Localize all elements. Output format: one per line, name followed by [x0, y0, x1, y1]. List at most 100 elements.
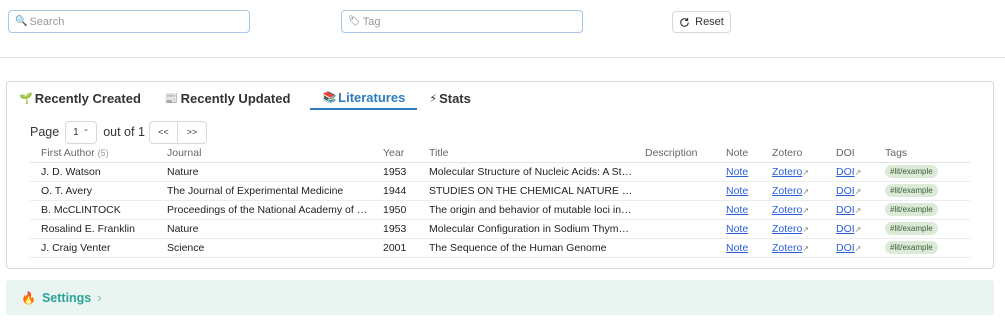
cell-author: B. McCLINTOCK — [30, 200, 156, 220]
pagination: Page 1 ⌃ out of 1 << >> — [30, 120, 207, 144]
note-link[interactable]: Note — [726, 204, 748, 216]
page-suffix: out of 1 — [103, 125, 145, 139]
tab-recently-created[interactable]: 🌱 Recently Created — [17, 86, 153, 110]
doi-link[interactable]: DOI — [836, 242, 855, 254]
tab-label: Literatures — [338, 89, 406, 105]
external-link-icon: ↗ — [802, 205, 810, 215]
tab-literatures[interactable]: 📚 Literatures — [310, 86, 418, 110]
cell-author: J. D. Watson — [30, 162, 156, 182]
zotero-link[interactable]: Zotero — [772, 166, 802, 178]
header-year[interactable]: Year — [372, 144, 418, 163]
search-icon: 🔍 — [15, 15, 28, 27]
cell-description — [634, 162, 715, 182]
cell-title: Molecular Structure of Nucleic Acids: A … — [418, 162, 634, 182]
cell-description — [634, 181, 715, 201]
lightning-icon: ⚡ — [429, 92, 438, 105]
table-row: J. D. Watson Nature 1953 Molecular Struc… — [30, 162, 970, 182]
newspaper-icon: 📰 — [164, 92, 179, 105]
last-page-button[interactable]: >> — [177, 120, 207, 144]
flame-icon: 🔥 — [21, 290, 36, 305]
doi-link[interactable]: DOI — [836, 185, 855, 197]
external-link-icon: ↗ — [854, 186, 862, 196]
filter-bar: 🔍 🏷 Reset — [0, 0, 1005, 58]
header-title[interactable]: Title — [418, 144, 634, 163]
cell-journal: Nature — [156, 162, 372, 182]
tab-recently-updated[interactable]: 📰 Recently Updated — [163, 86, 303, 110]
doi-link[interactable]: DOI — [836, 166, 855, 178]
table-header-row: First Author (5) Journal Year Title Desc… — [30, 144, 970, 163]
cell-year: 2001 — [372, 238, 418, 258]
cell-description — [634, 200, 715, 220]
first-page-button[interactable]: << — [148, 120, 178, 144]
literature-table: First Author (5) Journal Year Title Desc… — [30, 144, 970, 258]
external-link-icon: ↗ — [854, 167, 862, 177]
tag-badge[interactable]: #lit/example — [885, 184, 938, 197]
cell-journal: Science — [156, 238, 372, 258]
cell-year: 1950 — [372, 200, 418, 220]
page-select[interactable]: 1 ⌃ — [65, 120, 98, 144]
cell-year: 1953 — [372, 219, 418, 239]
header-zotero[interactable]: Zotero — [761, 144, 825, 163]
external-link-icon: ↗ — [802, 224, 810, 234]
header-description[interactable]: Description — [634, 144, 715, 163]
external-link-icon: ↗ — [854, 205, 862, 215]
tag-badge[interactable]: #lit/example — [885, 241, 938, 254]
tag-icon: 🏷 — [348, 15, 361, 27]
tag-input[interactable] — [362, 15, 576, 28]
table-row: B. McCLINTOCK Proceedings of the Nationa… — [30, 200, 970, 220]
tab-label: Stats — [439, 90, 471, 106]
search-field[interactable]: 🔍 — [8, 10, 250, 33]
external-link-icon: ↗ — [802, 167, 810, 177]
tag-badge[interactable]: #lit/example — [885, 203, 938, 216]
tag-badge[interactable]: #lit/example — [885, 165, 938, 178]
header-first-author[interactable]: First Author (5) — [30, 144, 156, 163]
external-link-icon: ↗ — [854, 243, 862, 253]
tab-label: Recently Updated — [180, 90, 291, 106]
note-link[interactable]: Note — [726, 166, 748, 178]
page-current: 1 — [73, 126, 79, 138]
table-row: Rosalind E. Franklin Nature 1953 Molecul… — [30, 219, 970, 239]
cell-author: Rosalind E. Franklin — [30, 219, 156, 239]
cell-journal: Proceedings of the National Academy of S… — [156, 200, 372, 220]
reset-label: Reset — [695, 16, 724, 28]
cell-title: The Sequence of the Human Genome — [418, 238, 634, 258]
chevron-updown-icon: ⌃ — [82, 127, 90, 137]
external-link-icon: ↗ — [802, 243, 810, 253]
tab-bar: 🌱 Recently Created 📰 Recently Updated 📚 … — [17, 86, 493, 110]
cell-title: The origin and behavior of mutable loci … — [418, 200, 634, 220]
search-input[interactable] — [29, 15, 243, 28]
note-link[interactable]: Note — [726, 185, 748, 197]
tag-field[interactable]: 🏷 — [341, 10, 583, 33]
cell-title: STUDIES ON THE CHEMICAL NATURE OF THE SU… — [418, 181, 634, 201]
literature-panel: 🌱 Recently Created 📰 Recently Updated 📚 … — [6, 81, 994, 269]
cell-author: J. Craig Venter — [30, 238, 156, 258]
cell-journal: The Journal of Experimental Medicine — [156, 181, 372, 201]
zotero-link[interactable]: Zotero — [772, 185, 802, 197]
chevron-right-icon: › — [97, 290, 102, 305]
header-tags[interactable]: Tags — [874, 144, 970, 163]
table-row: J. Craig Venter Science 2001 The Sequenc… — [30, 238, 970, 258]
header-note[interactable]: Note — [715, 144, 761, 163]
doi-link[interactable]: DOI — [836, 223, 855, 235]
books-icon: 📚 — [322, 91, 337, 104]
tag-badge[interactable]: #lit/example — [885, 222, 938, 235]
cell-description — [634, 219, 715, 239]
tab-label: Recently Created — [34, 90, 141, 106]
external-link-icon: ↗ — [802, 186, 810, 196]
reset-button[interactable]: Reset — [672, 11, 731, 33]
cell-title: Molecular Configuration in Sodium Thymon… — [418, 219, 634, 239]
zotero-link[interactable]: Zotero — [772, 204, 802, 216]
refresh-icon — [680, 17, 689, 27]
zotero-link[interactable]: Zotero — [772, 242, 802, 254]
note-link[interactable]: Note — [726, 242, 748, 254]
tab-stats[interactable]: ⚡ Stats — [427, 86, 483, 110]
page-prefix: Page — [30, 125, 60, 139]
note-link[interactable]: Note — [726, 223, 748, 235]
table-row: O. T. Avery The Journal of Experimental … — [30, 181, 970, 201]
cell-journal: Nature — [156, 219, 372, 239]
doi-link[interactable]: DOI — [836, 204, 855, 216]
header-doi[interactable]: DOI — [825, 144, 874, 163]
header-journal[interactable]: Journal — [156, 144, 372, 163]
settings-toggle[interactable]: 🔥 Settings › — [6, 280, 994, 315]
zotero-link[interactable]: Zotero — [772, 223, 802, 235]
